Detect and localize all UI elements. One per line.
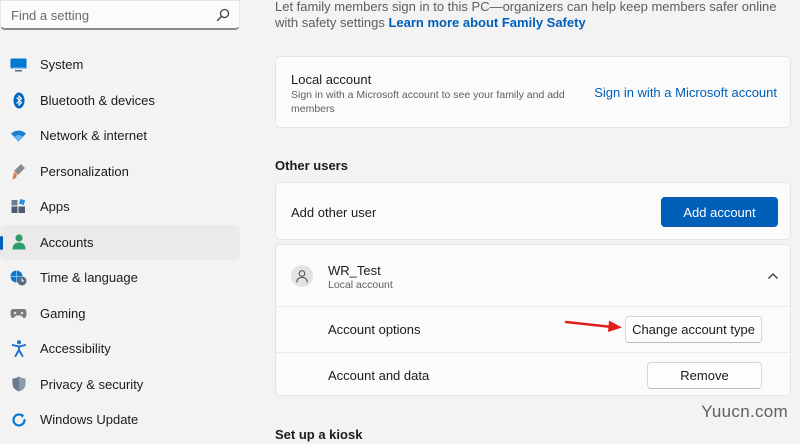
sidebar-item-accessibility[interactable]: Accessibility: [0, 331, 240, 367]
account-options-row: Account options Change account type: [276, 306, 790, 351]
family-safety-link[interactable]: Learn more about Family Safety: [388, 15, 585, 30]
account-data-row: Account and data Remove: [276, 352, 790, 397]
other-users-heading: Other users: [275, 158, 348, 173]
remove-button[interactable]: Remove: [647, 362, 762, 389]
main-content: Let family members sign in to this PC—or…: [262, 0, 800, 444]
sidebar: System Bluetooth & devices Network & int…: [0, 0, 250, 444]
account-options-label: Account options: [328, 322, 421, 337]
local-account-title: Local account: [291, 72, 372, 87]
gamepad-icon: [10, 305, 27, 322]
sidebar-item-system[interactable]: System: [0, 47, 240, 83]
chevron-up-icon[interactable]: [766, 269, 780, 283]
sidebar-item-gaming[interactable]: Gaming: [0, 296, 240, 332]
sidebar-item-time-language[interactable]: Time & language: [0, 260, 240, 296]
sidebar-item-accounts[interactable]: Accounts: [0, 224, 240, 260]
bluetooth-icon: [10, 92, 27, 109]
shield-icon: [10, 376, 27, 393]
red-arrow-annotation: [564, 320, 622, 332]
search-input[interactable]: [11, 6, 201, 24]
sidebar-item-label: Gaming: [40, 305, 86, 321]
add-other-user-card: Add other user Add account: [275, 182, 791, 240]
family-intro: Let family members sign in to this PC—or…: [275, 0, 785, 31]
sidebar-item-windows-update[interactable]: Windows Update: [0, 402, 240, 438]
sidebar-item-label: Personalization: [40, 163, 129, 179]
accessibility-icon: [10, 340, 27, 358]
sidebar-item-personalization[interactable]: Personalization: [0, 154, 240, 190]
sidebar-item-label: Time & language: [40, 270, 138, 286]
user-account-type: Local account: [328, 279, 393, 291]
sidebar-item-label: Accessibility: [40, 341, 111, 357]
monitor-icon: [10, 56, 27, 73]
update-icon: [10, 411, 27, 428]
globe-clock-icon: [10, 269, 27, 286]
add-account-button[interactable]: Add account: [661, 197, 778, 227]
user-name: WR_Test: [328, 263, 381, 278]
paintbrush-icon: [10, 163, 27, 180]
sidebar-item-network[interactable]: Network & internet: [0, 118, 240, 154]
search-box[interactable]: [0, 0, 240, 30]
account-data-label: Account and data: [328, 368, 430, 383]
user-card: WR_Test Local account Account options Ch…: [275, 244, 791, 396]
search-icon[interactable]: [216, 8, 230, 22]
sidebar-item-label: Bluetooth & devices: [40, 92, 155, 108]
sidebar-item-bluetooth[interactable]: Bluetooth & devices: [0, 83, 240, 119]
sign-in-microsoft-link[interactable]: Sign in with a Microsoft account: [594, 85, 777, 100]
add-other-user-label: Add other user: [291, 205, 377, 220]
local-account-description: Sign in with a Microsoft account to see …: [291, 89, 565, 115]
avatar: [291, 265, 313, 287]
apps-icon: [10, 198, 27, 215]
watermark: Yuucn.com: [701, 402, 788, 421]
person-icon: [10, 234, 27, 251]
sidebar-item-label: Windows Update: [40, 412, 139, 428]
local-account-card: Local account Sign in with a Microsoft a…: [275, 56, 791, 128]
user-header[interactable]: WR_Test Local account: [276, 245, 790, 306]
sidebar-item-privacy-security[interactable]: Privacy & security: [0, 367, 240, 403]
sidebar-nav: System Bluetooth & devices Network & int…: [0, 47, 240, 438]
sidebar-item-label: Apps: [40, 199, 70, 215]
sidebar-item-label: Privacy & security: [40, 376, 144, 392]
sidebar-item-label: Accounts: [40, 234, 94, 250]
sidebar-item-label: Network & internet: [40, 128, 147, 144]
sidebar-item-apps[interactable]: Apps: [0, 189, 240, 225]
kiosk-heading: Set up a kiosk: [275, 427, 363, 442]
person-icon: [296, 269, 308, 283]
change-account-type-button[interactable]: Change account type: [625, 316, 762, 343]
sidebar-item-label: System: [40, 57, 84, 73]
wifi-icon: [10, 127, 27, 144]
